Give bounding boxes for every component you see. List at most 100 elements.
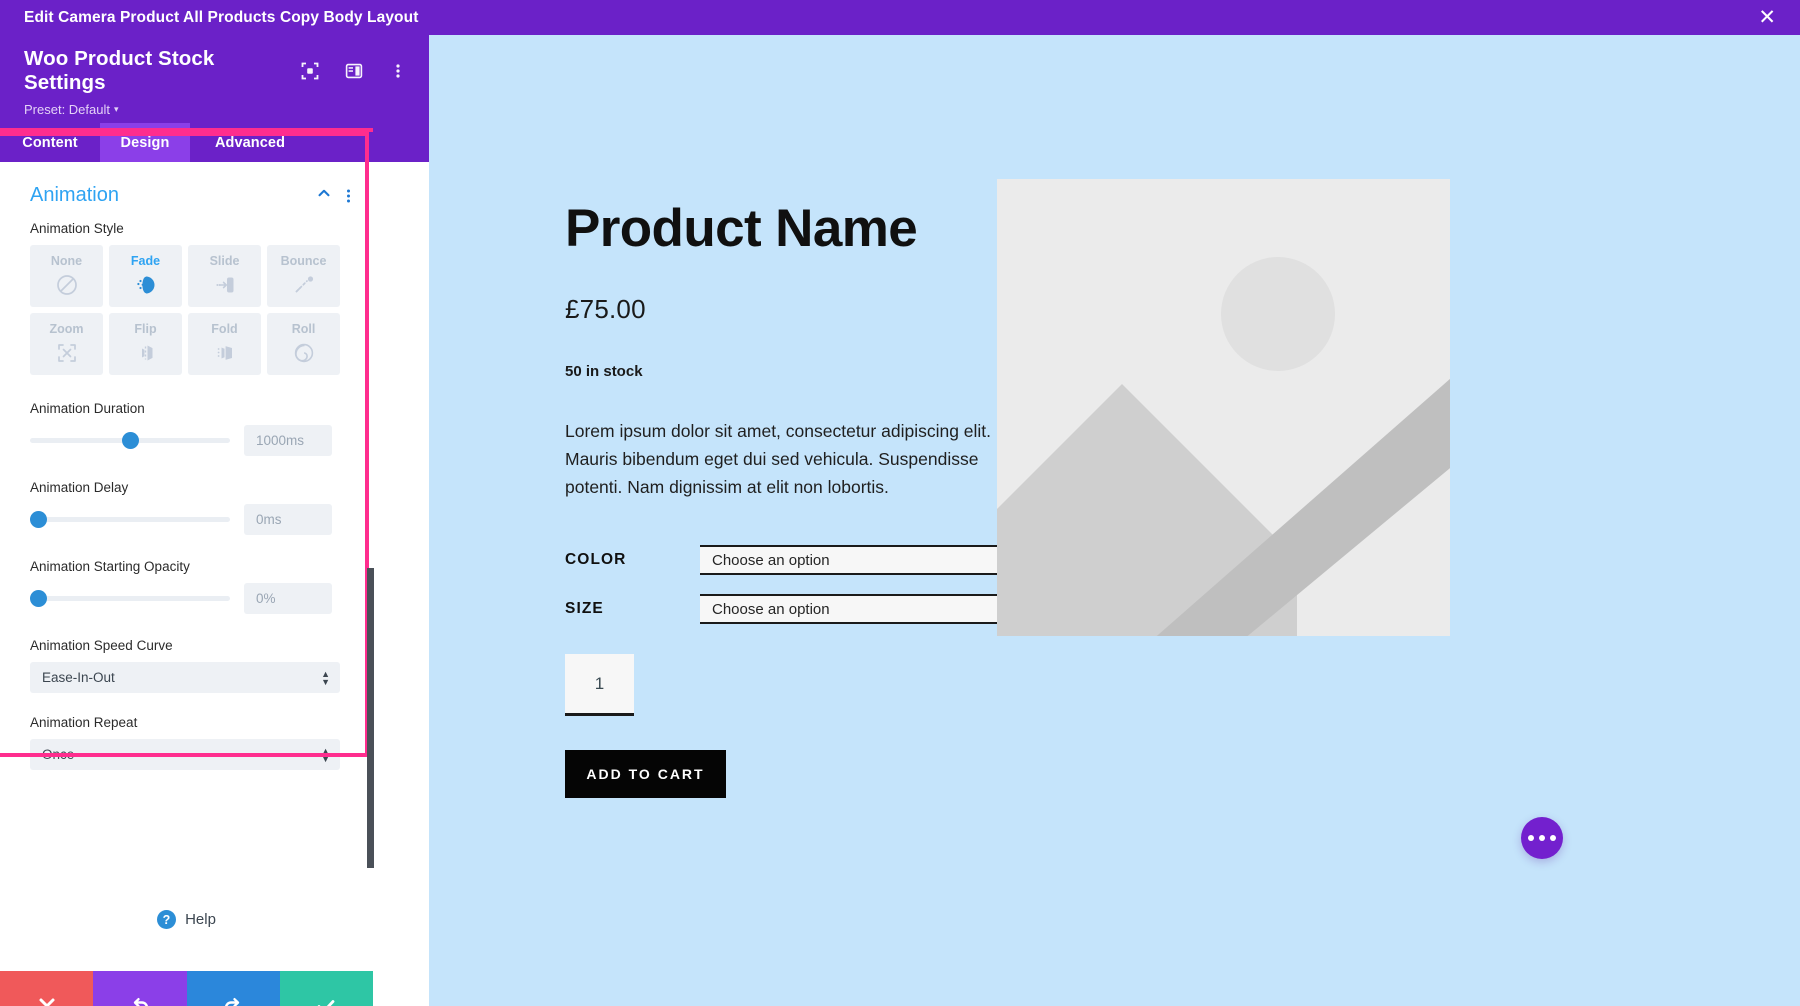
fade-icon: [133, 272, 159, 298]
preset-label: Preset: Default: [24, 102, 110, 117]
help-label: Help: [185, 910, 216, 928]
slider-track: [30, 596, 230, 601]
animation-repeat-select[interactable]: Once ▲ ▼: [30, 739, 340, 770]
animation-starting-opacity-slider[interactable]: [30, 589, 230, 609]
settings-panel: Woo Product Stock Settings Preset: Defau…: [0, 35, 429, 1006]
panel-header-icons: [301, 62, 407, 80]
no-entry-icon: [54, 272, 80, 298]
animation-option-fade[interactable]: Fade: [109, 245, 182, 307]
animation-speed-curve-field: Animation Speed Curve Ease-In-Out ▲ ▼: [0, 614, 373, 693]
animation-option-label: Flip: [134, 322, 157, 336]
svg-text:?: ?: [163, 913, 171, 927]
redo-button[interactable]: [186, 971, 280, 1006]
x-icon: [36, 995, 58, 1006]
roll-icon: [291, 340, 317, 366]
animation-option-roll[interactable]: Roll: [267, 313, 340, 375]
animation-option-label: Fade: [130, 254, 161, 268]
save-button[interactable]: [279, 971, 373, 1006]
fab-dot: [1539, 835, 1545, 841]
animation-duration-label: Animation Duration: [30, 401, 145, 416]
animation-duration-slider[interactable]: [30, 431, 230, 451]
animation-speed-curve-value: Ease-In-Out: [42, 670, 115, 685]
animation-duration-value[interactable]: 1000ms: [244, 425, 332, 456]
redo-icon: [221, 994, 245, 1006]
chevron-down-icon: ▾: [114, 104, 119, 114]
slider-track: [30, 517, 230, 522]
panel-scroll-area: Animation Animation Style None Fade Slid…: [0, 162, 373, 867]
animation-starting-opacity-label: Animation Starting Opacity: [30, 559, 190, 574]
section-title: Animation: [30, 184, 119, 206]
screen-root: Edit Camera Product All Products Copy Bo…: [0, 0, 1800, 1006]
animation-delay-label: Animation Delay: [30, 480, 129, 495]
undo-icon: [128, 994, 152, 1006]
flip-icon: [133, 340, 159, 366]
color-select[interactable]: Choose an option ▼: [700, 545, 1018, 576]
highlight-frame-top: [0, 128, 373, 132]
select-arrows-icon: ▲ ▼: [321, 745, 330, 764]
cancel-button[interactable]: [0, 971, 94, 1006]
animation-starting-opacity-field: Animation Starting Opacity 0%: [0, 535, 373, 614]
animation-option-zoom[interactable]: Zoom: [30, 313, 103, 375]
select-arrows-icon: ▲ ▼: [321, 668, 330, 687]
size-select[interactable]: Choose an option ▼: [700, 594, 1018, 625]
bounce-icon: [291, 272, 317, 298]
focus-target-icon[interactable]: [301, 62, 319, 80]
editor-title: Edit Camera Product All Products Copy Bo…: [24, 8, 419, 26]
animation-option-label: Zoom: [49, 322, 84, 336]
slider-thumb[interactable]: [122, 431, 139, 449]
more-options-icon[interactable]: [389, 62, 407, 80]
slider-thumb[interactable]: [30, 510, 47, 528]
panel-header: Woo Product Stock Settings Preset: Defau…: [0, 35, 429, 123]
animation-speed-curve-select[interactable]: Ease-In-Out ▲ ▼: [30, 662, 340, 693]
animation-style-grid: None Fade Slide Bounce Zoom Flip Fold Ro…: [30, 245, 340, 375]
animation-option-slide[interactable]: Slide: [188, 245, 261, 307]
fab-dot: [1528, 835, 1534, 841]
zoom-icon: [54, 340, 80, 366]
add-to-cart-button[interactable]: ADD TO CART: [565, 750, 726, 799]
animation-style-field: Animation Style None Fade Slide Bounce Z…: [0, 213, 373, 375]
preset-selector[interactable]: Preset: Default ▾: [24, 102, 407, 117]
animation-option-fold[interactable]: Fold: [188, 313, 261, 375]
animation-section-header: Animation: [0, 162, 373, 213]
animation-style-label: Animation Style: [30, 221, 124, 236]
help-icon: ?: [157, 909, 177, 929]
help-button[interactable]: ? Help: [0, 867, 373, 971]
animation-delay-value[interactable]: 0ms: [244, 504, 332, 535]
check-icon: [314, 994, 338, 1006]
editor-titlebar: Edit Camera Product All Products Copy Bo…: [0, 0, 1800, 35]
slide-icon: [212, 272, 238, 298]
fab-dot: [1550, 835, 1556, 841]
panel-action-bar: [0, 971, 373, 1006]
animation-duration-field: Animation Duration 1000ms: [0, 375, 373, 456]
quantity-input[interactable]: 1: [565, 654, 634, 717]
animation-option-label: None: [50, 254, 83, 268]
animation-option-bounce[interactable]: Bounce: [267, 245, 340, 307]
attribute-label: COLOR: [565, 551, 627, 569]
panel-layout-icon[interactable]: [345, 62, 363, 80]
animation-option-label: Fold: [211, 322, 238, 336]
slider-thumb[interactable]: [30, 589, 47, 607]
chevron-up-icon[interactable]: [316, 185, 332, 206]
animation-option-label: Roll: [291, 322, 316, 336]
attribute-label: SIZE: [565, 600, 604, 618]
size-select-value: Choose an option: [712, 600, 830, 618]
animation-option-label: Bounce: [280, 254, 327, 268]
undo-button[interactable]: [93, 971, 187, 1006]
animation-repeat-value: Once: [42, 747, 75, 762]
animation-option-flip[interactable]: Flip: [109, 313, 182, 375]
panel-scrollbar-thumb[interactable]: [367, 568, 374, 868]
section-more-options-icon[interactable]: [346, 188, 351, 204]
close-icon[interactable]: ✕: [1752, 5, 1782, 30]
animation-option-label: Slide: [209, 254, 240, 268]
product-description: Lorem ipsum dolor sit amet, consectetur …: [565, 421, 992, 497]
animation-speed-curve-label: Animation Speed Curve: [30, 638, 173, 653]
fold-icon: [212, 340, 238, 366]
color-select-value: Choose an option: [712, 551, 830, 569]
animation-option-none[interactable]: None: [30, 245, 103, 307]
animation-repeat-field: Animation Repeat Once ▲ ▼: [0, 693, 373, 770]
more-dots-icon[interactable]: [1521, 817, 1563, 859]
animation-delay-slider[interactable]: [30, 510, 230, 530]
animation-delay-field: Animation Delay 0ms: [0, 456, 373, 535]
module-title: Woo Product Stock Settings: [24, 47, 215, 94]
animation-starting-opacity-value[interactable]: 0%: [244, 583, 332, 614]
